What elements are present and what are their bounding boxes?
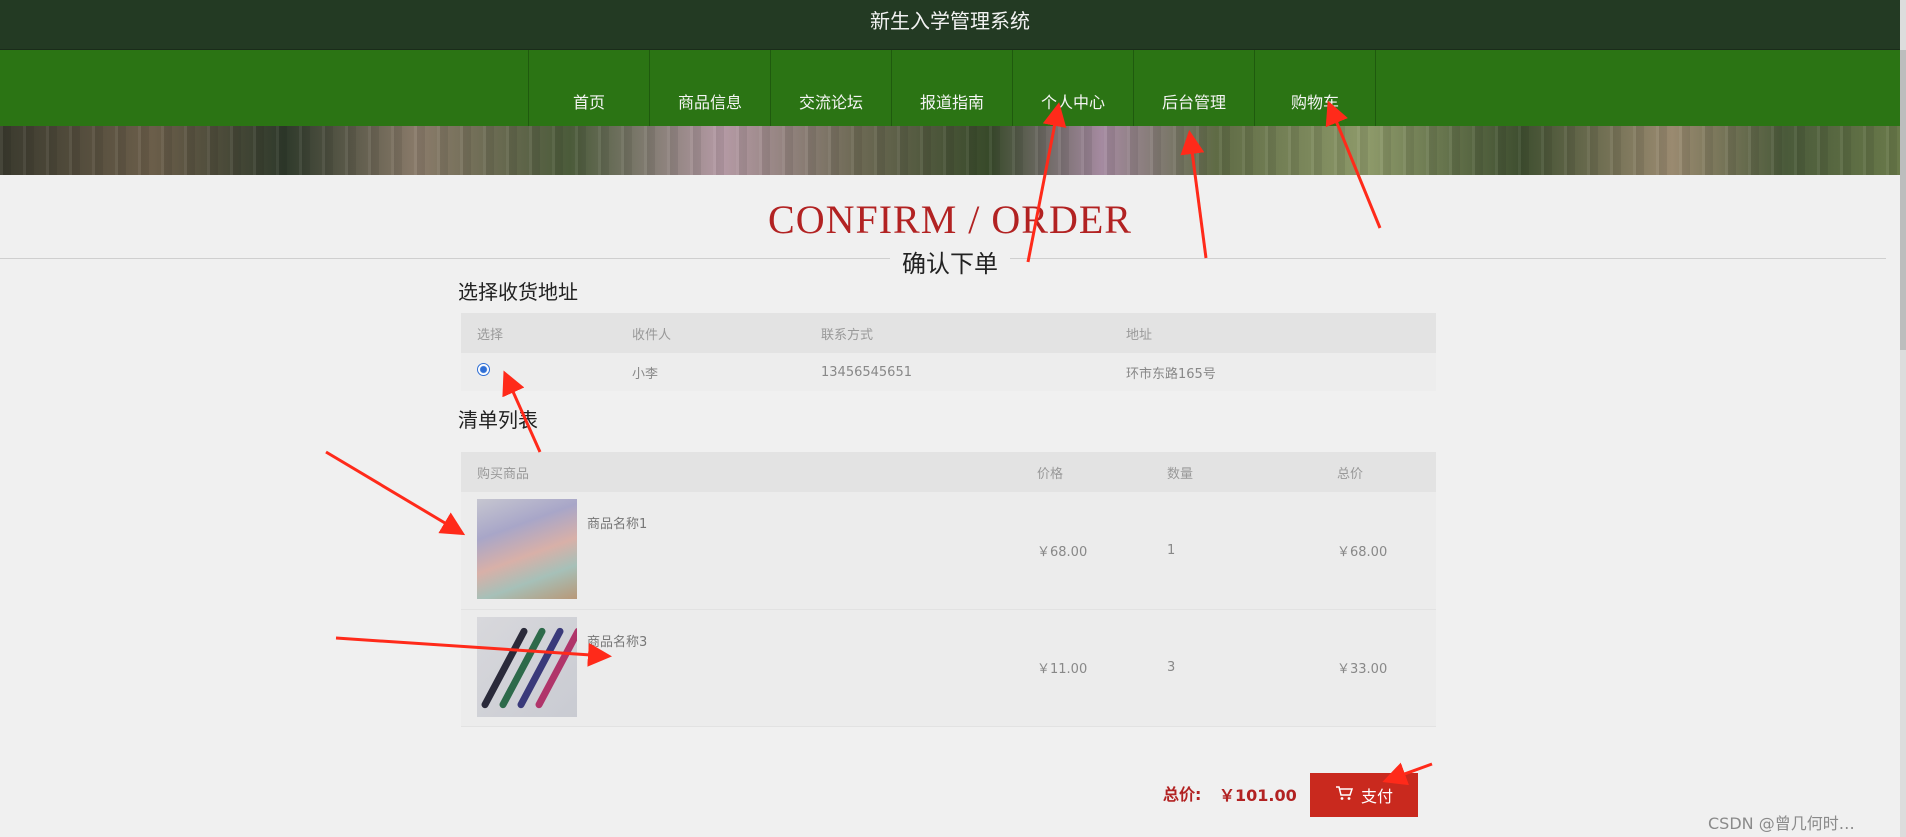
- column-header-address: 地址: [1110, 313, 1436, 353]
- scrollbar-thumb[interactable]: [1900, 50, 1906, 350]
- column-header-select: 选择: [461, 313, 616, 353]
- nav-item-forum[interactable]: 交流论坛: [771, 50, 892, 126]
- grand-total-label: 总价:: [1163, 785, 1202, 804]
- address-table: 选择 收件人 联系方式 地址 小李 13456545651 环市东路165号: [461, 313, 1436, 391]
- page-subtitle: 确认下单: [890, 244, 1010, 279]
- cart-icon: [1335, 785, 1354, 805]
- product-cell: 商品名称1: [461, 492, 1021, 610]
- nav-item-personal-center[interactable]: 个人中心: [1013, 50, 1134, 126]
- address-cell: 环市东路165号: [1110, 353, 1436, 391]
- items-section-title: 清单列表: [458, 408, 538, 432]
- row-total-cell: ￥33.00: [1321, 609, 1436, 727]
- quantity-cell: 1: [1151, 492, 1321, 610]
- column-header-total: 总价: [1321, 452, 1436, 492]
- main-nav-bar: 首页 商品信息 交流论坛 报道指南 个人中心 后台管理 购物车: [0, 50, 1900, 126]
- product-image[interactable]: [477, 499, 577, 600]
- main-nav: 首页 商品信息 交流论坛 报道指南 个人中心 后台管理 购物车: [528, 50, 1376, 126]
- column-header-quantity: 数量: [1151, 452, 1321, 492]
- annotation-arrow: [325, 450, 466, 536]
- column-header-phone: 联系方式: [805, 313, 1110, 353]
- system-title: 新生入学管理系统: [870, 9, 1030, 33]
- address-section-title: 选择收货地址: [458, 280, 578, 304]
- page-title: CONFIRM / ORDER: [768, 197, 1132, 242]
- grand-total-value: ￥101.00: [1219, 786, 1297, 805]
- phone-cell: 13456545651: [805, 353, 1110, 391]
- pay-button[interactable]: 支付: [1310, 773, 1418, 817]
- column-header-product: 购买商品: [461, 452, 1021, 492]
- row-total-cell: ￥68.00: [1321, 492, 1436, 610]
- table-row: 商品名称3 ￥11.00 3 ￥33.00: [461, 609, 1436, 727]
- address-row[interactable]: 小李 13456545651 环市东路165号: [461, 353, 1436, 391]
- price-cell: ￥68.00: [1021, 492, 1151, 610]
- column-header-recipient: 收件人: [616, 313, 805, 353]
- nav-item-guide[interactable]: 报道指南: [892, 50, 1013, 126]
- address-select-cell[interactable]: [461, 353, 616, 391]
- watermark: CSDN @曾几何时…: [1708, 814, 1855, 833]
- product-image[interactable]: [477, 616, 577, 717]
- address-radio-selected[interactable]: [477, 362, 490, 376]
- page-subtitle-wrap: 确认下单: [0, 244, 1900, 279]
- table-row: 商品名称1 ￥68.00 1 ￥68.00: [461, 492, 1436, 610]
- nav-item-cart[interactable]: 购物车: [1255, 50, 1376, 126]
- product-name[interactable]: 商品名称3: [587, 631, 647, 650]
- recipient-cell: 小李: [616, 353, 805, 391]
- address-table-header: 选择 收件人 联系方式 地址: [461, 313, 1436, 353]
- nav-item-products[interactable]: 商品信息: [650, 50, 771, 126]
- pay-button-label: 支付: [1360, 787, 1393, 806]
- quantity-cell: 3: [1151, 609, 1321, 727]
- nav-item-admin[interactable]: 后台管理: [1134, 50, 1255, 126]
- price-cell: ￥11.00: [1021, 609, 1151, 727]
- order-items-table: 购买商品 价格 数量 总价 商品名称1 ￥68.00 1 ￥68.00 商品名称…: [461, 452, 1436, 727]
- banner-image: [0, 126, 1900, 175]
- column-header-price: 价格: [1021, 452, 1151, 492]
- items-table-header: 购买商品 价格 数量 总价: [461, 452, 1436, 492]
- product-cell: 商品名称3: [461, 609, 1021, 727]
- nav-item-home[interactable]: 首页: [529, 50, 650, 126]
- product-name[interactable]: 商品名称1: [587, 513, 647, 532]
- top-header: 新生入学管理系统: [0, 0, 1900, 50]
- page-scrollbar[interactable]: [1900, 0, 1906, 837]
